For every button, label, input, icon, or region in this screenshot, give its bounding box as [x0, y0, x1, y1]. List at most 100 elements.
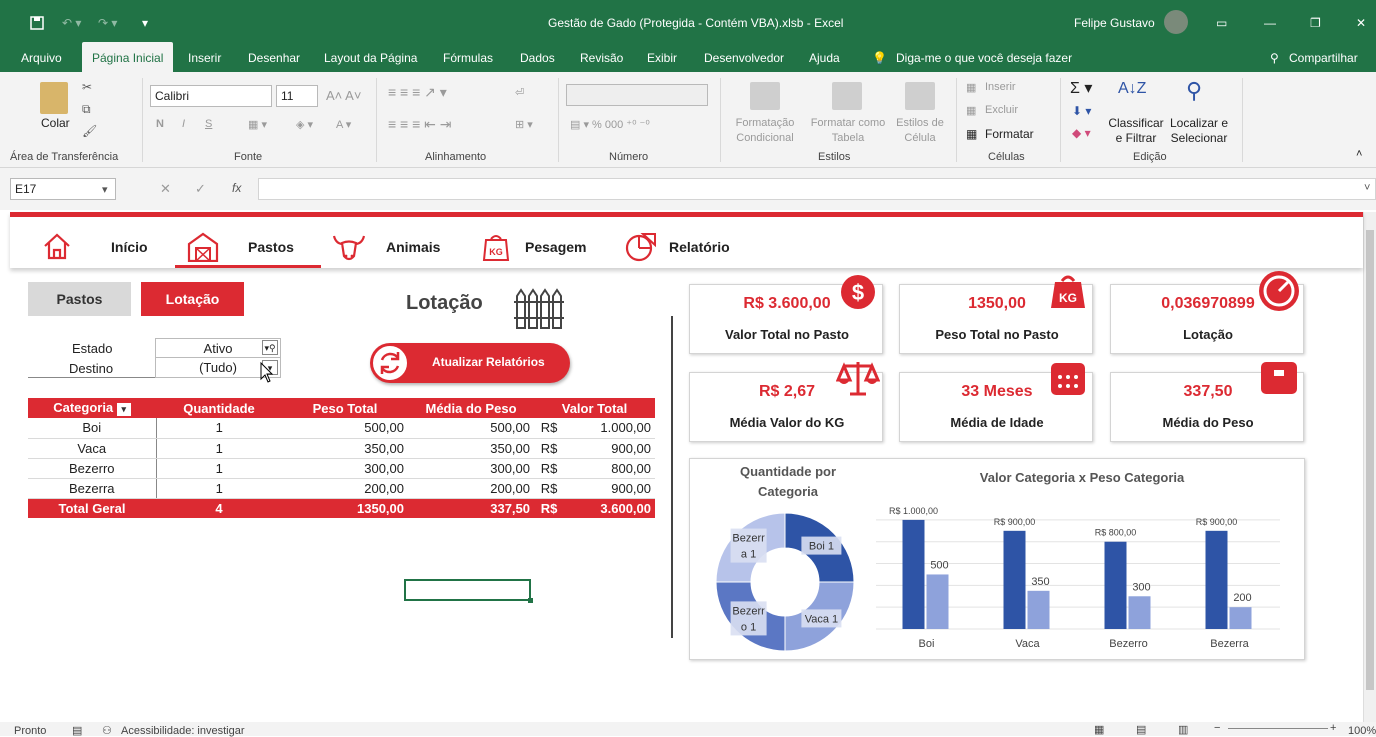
cell-currency[interactable]: R$ — [534, 418, 564, 439]
total-categoria[interactable]: Total Geral — [28, 498, 156, 518]
tab-desenhar[interactable]: Desenhar — [248, 51, 300, 65]
nav-pesagem[interactable]: Pesagem — [525, 239, 586, 255]
tab-revisao[interactable]: Revisão — [580, 51, 623, 65]
format-table-button[interactable]: Formatar como Tabela — [804, 116, 892, 146]
cell-quantidade[interactable]: 1 — [156, 458, 282, 479]
share-icon[interactable]: ⚲ — [1270, 51, 1279, 65]
selected-cell[interactable] — [404, 579, 531, 601]
total-peso[interactable]: 1350,00 — [282, 498, 408, 518]
paste-button[interactable]: Colar — [41, 116, 70, 130]
page-layout-icon[interactable]: ▤ — [1136, 723, 1146, 736]
conditional-format-button[interactable]: Formatação Condicional — [726, 116, 804, 146]
cell-quantidade[interactable]: 1 — [156, 418, 282, 439]
pie-chart-icon[interactable] — [625, 232, 657, 262]
collapse-ribbon-icon[interactable]: ˄ — [1356, 148, 1362, 160]
cell-peso[interactable]: 500,00 — [282, 418, 408, 439]
barn-icon[interactable] — [186, 232, 220, 262]
italic-button[interactable]: I — [182, 118, 185, 130]
undo-icon[interactable]: ↶ ▾ — [62, 16, 81, 30]
cell-media[interactable]: 500,00 — [408, 418, 534, 439]
kg-weight-icon[interactable]: KG — [482, 232, 510, 262]
tab-inserir[interactable]: Inserir — [188, 51, 221, 65]
expand-formula-icon[interactable]: ˅ — [1364, 182, 1370, 194]
currency-icon[interactable]: ▤ ▾ % 000 ⁺⁰ ⁻⁰ — [570, 118, 650, 131]
cell-styles-button[interactable]: Estilos de Célula — [892, 116, 948, 146]
format-painter-icon[interactable]: 🖌 — [82, 124, 97, 138]
tab-formulas[interactable]: Fórmulas — [443, 51, 493, 65]
tab-layout[interactable]: Layout da Página — [324, 51, 417, 65]
page-break-icon[interactable]: ▥ — [1178, 723, 1188, 736]
macro-icon[interactable]: ▤ — [72, 724, 82, 737]
cell-currency[interactable]: R$ — [534, 478, 564, 499]
cell-categoria[interactable]: Boi — [28, 418, 157, 439]
vertical-scrollbar[interactable] — [1363, 212, 1376, 722]
align-left-icon[interactable]: ≡ ≡ ≡ ⇤ ⇥ — [388, 116, 452, 133]
name-box-dropdown-icon[interactable]: ▾ — [102, 183, 108, 196]
cell-quantidade[interactable]: 1 — [156, 478, 282, 499]
home-icon[interactable] — [42, 232, 72, 260]
zoom-out-icon[interactable]: − — [1214, 722, 1220, 734]
save-icon[interactable] — [30, 16, 44, 30]
enter-icon[interactable]: ✓ — [195, 181, 206, 197]
sort-filter-icon[interactable]: A↓Z — [1118, 80, 1146, 98]
ribbon-display-icon[interactable]: ▭ — [1216, 16, 1227, 30]
fill-icon[interactable]: ⬇ ▾ — [1072, 104, 1091, 118]
minimize-icon[interactable]: — — [1264, 16, 1276, 30]
clear-icon[interactable]: ◆ ▾ — [1072, 126, 1091, 140]
cell-peso[interactable]: 350,00 — [282, 438, 408, 459]
tell-me-input[interactable]: Diga-me o que você deseja fazer — [896, 51, 1072, 65]
total-valor[interactable]: 3.600,00 — [564, 498, 655, 518]
cancel-icon[interactable]: ✕ — [160, 181, 171, 197]
nav-pastos[interactable]: Pastos — [248, 239, 294, 255]
cell-categoria[interactable]: Bezerra — [28, 478, 157, 499]
cell-peso[interactable]: 300,00 — [282, 458, 408, 479]
cell-quantidade[interactable]: 1 — [156, 438, 282, 459]
zoom-level[interactable]: 100% — [1348, 725, 1376, 737]
find-select-button[interactable]: Localizar e Selecionar — [1166, 116, 1232, 146]
total-quantidade[interactable]: 4 — [156, 498, 282, 518]
total-media[interactable]: 337,50 — [408, 498, 534, 518]
filter-active-icon[interactable]: ▾⚲ — [262, 340, 278, 355]
font-size-select[interactable]: 11 — [276, 85, 318, 107]
cell-currency[interactable]: R$ — [534, 458, 564, 479]
tab-pagina-inicial[interactable]: Página Inicial — [82, 42, 174, 72]
accessibility-status[interactable]: Acessibilidade: investigar — [121, 725, 245, 737]
tab-dados[interactable]: Dados — [520, 51, 555, 65]
share-button[interactable]: Compartilhar — [1289, 51, 1358, 65]
formula-input[interactable] — [258, 178, 1376, 200]
autosum-icon[interactable]: Σ ▾ — [1070, 78, 1092, 98]
conditional-format-icon[interactable] — [750, 82, 780, 110]
categoria-filter-icon[interactable]: ▾ — [116, 402, 131, 416]
bold-button[interactable]: N — [156, 118, 164, 130]
tab-desenvolvedor[interactable]: Desenvolvedor — [704, 51, 784, 65]
update-reports-button[interactable]: Atualizar Relatórios — [370, 343, 570, 383]
nav-inicio[interactable]: Início — [111, 239, 148, 255]
nav-relatorio[interactable]: Relatório — [669, 239, 730, 255]
cell-categoria[interactable]: Vaca — [28, 438, 157, 459]
merge-icon[interactable]: ⊞ ▾ — [515, 118, 533, 131]
fill-color-icon[interactable]: ◈ ▾ — [296, 118, 313, 131]
cut-icon[interactable]: ✂ — [82, 80, 92, 94]
fill-handle[interactable] — [528, 598, 533, 603]
lotacao-button[interactable]: Lotação — [141, 282, 244, 316]
cell-categoria[interactable]: Bezerro — [28, 458, 157, 479]
cell-valor[interactable]: 800,00 — [564, 458, 655, 479]
paste-icon[interactable] — [40, 82, 68, 114]
format-table-icon[interactable] — [832, 82, 862, 110]
number-format-select[interactable] — [566, 84, 708, 106]
find-icon[interactable]: ⚲ — [1186, 78, 1202, 104]
cell-media[interactable]: 300,00 — [408, 458, 534, 479]
scrollbar-thumb[interactable] — [1366, 230, 1374, 690]
restore-icon[interactable]: ❐ — [1310, 16, 1321, 30]
copy-icon[interactable]: ⧉ — [82, 102, 91, 117]
wrap-text-icon[interactable]: ⏎ — [515, 86, 524, 99]
tab-arquivo[interactable]: Arquivo — [21, 51, 62, 65]
accessibility-icon[interactable]: ⚇ — [102, 724, 112, 737]
cell-peso[interactable]: 200,00 — [282, 478, 408, 499]
cell-media[interactable]: 350,00 — [408, 438, 534, 459]
normal-view-icon[interactable]: ▦ — [1094, 723, 1104, 736]
close-icon[interactable]: ✕ — [1356, 16, 1366, 30]
cell-media[interactable]: 200,00 — [408, 478, 534, 499]
customize-qat-icon[interactable]: ▾ — [142, 16, 148, 30]
font-name-select[interactable]: Calibri — [150, 85, 272, 107]
